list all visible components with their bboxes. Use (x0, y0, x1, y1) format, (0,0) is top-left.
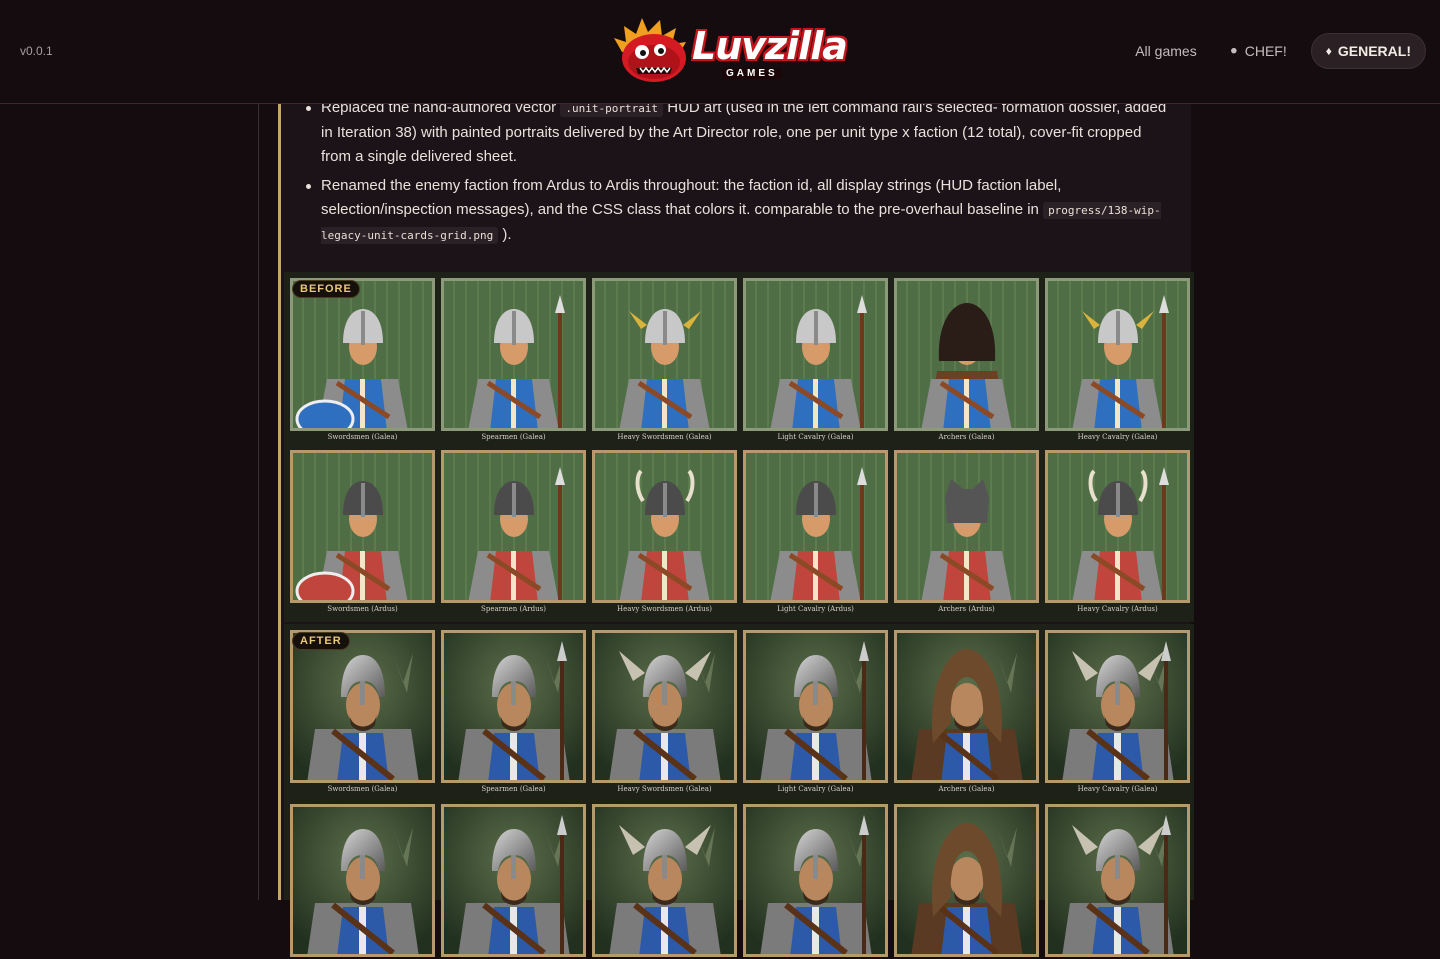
after-galea-portrait-heavy-swordsmen (592, 630, 737, 783)
before-ardus-portrait-light-cavalry (743, 450, 888, 603)
nav-general-label: GENERAL! (1337, 43, 1411, 59)
after-galea-label-heavy-swordsmen: Heavy Swordsmen (Galea) (617, 785, 712, 793)
before-galea-label-light-cavalry: Light Cavalry (Galea) (777, 433, 854, 441)
general-helmet-icon: ♦ (1325, 44, 1332, 58)
before-portrait-grid: BEFORE Swordsmen (Galea) Spearmen (Galea)… (284, 272, 1194, 622)
after-galea-card-swordsmen: Swordsmen (Galea) (290, 630, 435, 793)
before-ardus-label-archers: Archers (Ardus) (938, 605, 995, 613)
before-galea-label-swordsmen: Swordsmen (Galea) (327, 433, 398, 441)
version-label: v0.0.1 (20, 44, 53, 58)
before-galea-portrait-heavy-cavalry (1045, 278, 1190, 431)
after-ardus-portrait-light-cavalry (743, 804, 888, 957)
logo-wordmark: Luvzilla (692, 24, 848, 68)
before-ardus-portrait-spearmen (441, 450, 586, 603)
after-galea-portrait-light-cavalry (743, 630, 888, 783)
after-galea-card-spearmen: Spearmen (Galea) (441, 630, 586, 793)
after-galea-portrait-spearmen (441, 630, 586, 783)
after-ardus-portrait-heavy-cavalry (1045, 804, 1190, 957)
after-galea-label-heavy-cavalry: Heavy Cavalry (Galea) (1077, 785, 1158, 793)
before-ardus-label-heavy-cavalry: Heavy Cavalry (Ardus) (1077, 605, 1158, 613)
before-galea-card-heavy-cavalry: Heavy Cavalry (Galea) (1045, 278, 1190, 441)
before-ardus-card-light-cavalry: Light Cavalry (Ardus) (743, 450, 888, 613)
before-ardus-portrait-archers (894, 450, 1039, 603)
before-ardus-card-swordsmen: Swordsmen (Ardus) (290, 450, 435, 613)
after-ardus-portrait-heavy-swordsmen (592, 804, 737, 957)
before-galea-card-light-cavalry: Light Cavalry (Galea) (743, 278, 888, 441)
after-galea-label-light-cavalry: Light Cavalry (Galea) (777, 785, 854, 793)
after-galea-card-heavy-cavalry: Heavy Cavalry (Galea) (1045, 630, 1190, 793)
main-nav: All games ⚫ CHEF! ♦ GENERAL! (1127, 33, 1426, 69)
before-tag: BEFORE (292, 280, 360, 298)
before-galea-card-heavy-swordsmen: Heavy Swordsmen (Galea) (592, 278, 737, 441)
before-ardus-card-heavy-cavalry: Heavy Cavalry (Ardus) (1045, 450, 1190, 613)
after-ardus-portrait-swordsmen (290, 804, 435, 957)
before-ardus-portrait-heavy-swordsmen (592, 450, 737, 603)
after-galea-card-heavy-swordsmen: Heavy Swordsmen (Galea) (592, 630, 737, 793)
nav-chef-label: CHEF! (1244, 43, 1287, 59)
after-ardus-card-spearmen (441, 804, 586, 959)
after-ardus-card-swordsmen (290, 804, 435, 959)
change-item-portraits: Replaced the hand-authored vector .unit-… (303, 96, 1169, 169)
after-galea-label-archers: Archers (Galea) (938, 785, 995, 793)
after-galea-label-swordsmen: Swordsmen (Galea) (327, 785, 398, 793)
after-galea-portrait-heavy-cavalry (1045, 630, 1190, 783)
after-galea-portrait-archers (894, 630, 1039, 783)
after-ardus-card-heavy-swordsmen (592, 804, 737, 959)
before-galea-portrait-heavy-swordsmen (592, 278, 737, 431)
before-galea-portrait-light-cavalry (743, 278, 888, 431)
chef-hat-icon: ⚫ (1228, 44, 1239, 58)
change-notes: Replaced the hand-authored vector .unit-… (303, 96, 1169, 253)
before-ardus-label-light-cavalry: Light Cavalry (Ardus) (777, 605, 854, 613)
dragon-mascot-icon (614, 18, 686, 82)
after-tag: AFTER (292, 632, 350, 650)
before-ardus-card-spearmen: Spearmen (Ardus) (441, 450, 586, 613)
logo-subtitle: GAMES (722, 68, 782, 79)
after-ardus-portrait-spearmen (441, 804, 586, 957)
before-ardus-label-heavy-swordsmen: Heavy Swordsmen (Ardus) (617, 605, 712, 613)
after-galea-card-archers: Archers (Galea) (894, 630, 1039, 793)
before-ardus-portrait-heavy-cavalry (1045, 450, 1190, 603)
after-galea-card-light-cavalry: Light Cavalry (Galea) (743, 630, 888, 793)
nav-all-games[interactable]: All games (1127, 35, 1204, 67)
before-galea-card-archers: Archers (Galea) (894, 278, 1039, 441)
top-bar: v0.0.1 Luvzilla GAMES All games ⚫ CHEF! … (0, 0, 1440, 104)
after-portrait-grid: AFTER Swordsmen (Galea) Spearmen (Galea) H… (284, 624, 1194, 957)
before-ardus-card-archers: Archers (Ardus) (894, 450, 1039, 613)
after-galea-portrait-swordsmen (290, 630, 435, 783)
before-galea-label-spearmen: Spearmen (Galea) (481, 433, 546, 441)
change-item-rename: Renamed the enemy faction from Ardus to … (303, 174, 1169, 248)
content-column: Replaced the hand-authored vector .unit-… (258, 0, 1194, 957)
before-galea-portrait-swordsmen (290, 278, 435, 431)
before-galea-label-archers: Archers (Galea) (938, 433, 995, 441)
after-ardus-card-light-cavalry (743, 804, 888, 959)
nav-all-games-label: All games (1135, 43, 1197, 59)
luvzilla-logo[interactable]: Luvzilla GAMES (612, 12, 848, 86)
after-ardus-card-archers (894, 804, 1039, 959)
before-ardus-portrait-swordsmen (290, 450, 435, 603)
before-galea-portrait-spearmen (441, 278, 586, 431)
before-galea-label-heavy-cavalry: Heavy Cavalry (Galea) (1077, 433, 1158, 441)
before-ardus-label-swordsmen: Swordsmen (Ardus) (327, 605, 398, 613)
nav-chef[interactable]: ⚫ CHEF! (1221, 35, 1295, 67)
after-galea-label-spearmen: Spearmen (Galea) (481, 785, 546, 793)
before-galea-card-swordsmen: Swordsmen (Galea) (290, 278, 435, 441)
before-galea-label-heavy-swordsmen: Heavy Swordsmen (Galea) (617, 433, 712, 441)
after-ardus-portrait-archers (894, 804, 1039, 957)
change-list: Replaced the hand-authored vector .unit-… (303, 96, 1169, 248)
change-item-rename-post: ). (502, 226, 512, 243)
before-ardus-card-heavy-swordsmen: Heavy Swordsmen (Ardus) (592, 450, 737, 613)
before-ardus-label-spearmen: Spearmen (Ardus) (481, 605, 546, 613)
after-ardus-card-heavy-cavalry (1045, 804, 1190, 959)
before-galea-card-spearmen: Spearmen (Galea) (441, 278, 586, 441)
change-item-rename-pre: Renamed the enemy faction from Ardus to … (321, 177, 1062, 218)
iteration-notes-card: Replaced the hand-authored vector .unit-… (278, 0, 1194, 957)
before-galea-portrait-archers (894, 278, 1039, 431)
nav-general[interactable]: ♦ GENERAL! (1310, 33, 1426, 69)
